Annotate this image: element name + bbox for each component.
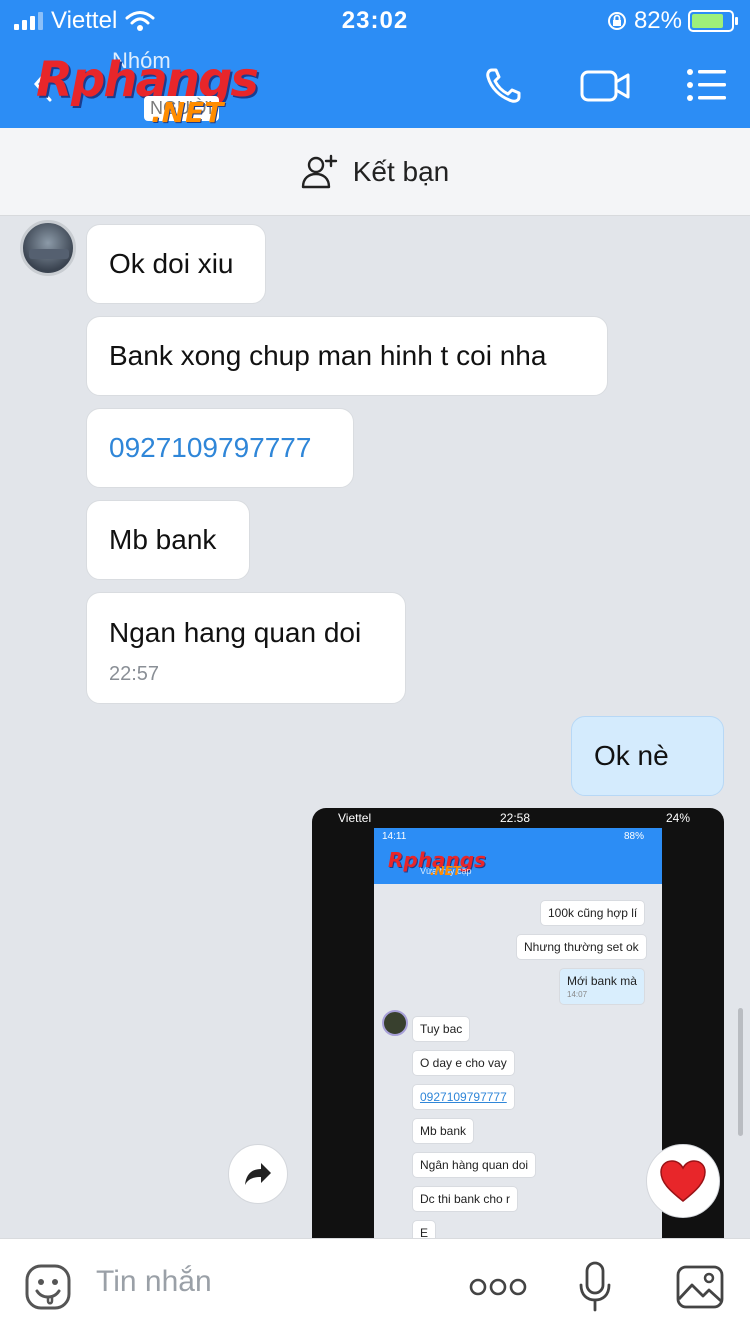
microphone-icon[interactable]	[578, 1261, 612, 1313]
add-friend-bar[interactable]: Kết bạn	[0, 128, 750, 216]
status-bar: Viettel 23:02 82%	[0, 0, 750, 40]
video-call-icon[interactable]	[578, 64, 634, 108]
gallery-image-icon[interactable]	[676, 1265, 724, 1309]
share-arrow-icon	[245, 1163, 271, 1185]
message-bubble[interactable]: Ok doi xiu	[86, 224, 266, 304]
forward-button[interactable]	[228, 1144, 288, 1204]
message-bubble[interactable]: Bank xong chup man hinh t coi nha	[86, 316, 608, 396]
orientation-lock-icon	[607, 12, 626, 30]
battery-icon	[688, 10, 738, 32]
chat-header: Viettel 23:02 82% Nhóm Rphangs NGƯỜI .NE…	[0, 0, 750, 129]
sender-avatar[interactable]	[20, 220, 76, 276]
more-options-icon[interactable]	[468, 1275, 528, 1299]
mini-my-message: Mới bank mà 14:07	[559, 968, 645, 1005]
phone-call-icon[interactable]	[482, 64, 530, 108]
mini-avatar	[382, 1010, 408, 1036]
message-bubble[interactable]: Ngan hang quan doi 22:57	[86, 592, 406, 704]
emoji-sticker-icon[interactable]	[24, 1263, 72, 1311]
add-friend-icon	[301, 154, 337, 188]
menu-list-icon[interactable]	[684, 64, 732, 108]
add-friend-label: Kết bạn	[352, 155, 450, 187]
heart-icon	[660, 1160, 706, 1202]
image-inner-screen: 14:11 88% Rphangs Vừa truy cập .NET 100k…	[374, 828, 662, 1238]
message-composer: Tin nhắn	[0, 1238, 750, 1334]
battery-percent: 82%	[633, 7, 682, 34]
scroll-indicator[interactable]	[738, 1008, 743, 1136]
message-input[interactable]: Tin nhắn	[96, 1265, 212, 1299]
react-heart-button[interactable]	[646, 1144, 720, 1218]
image-status-bar: Viettel 22:58 24%	[338, 811, 691, 825]
message-bubble[interactable]: Mb bank	[86, 500, 250, 580]
message-timestamp: 22:57	[109, 663, 160, 685]
nav-bar: Nhóm Rphangs NGƯỜI .NET	[0, 44, 750, 129]
my-message-bubble[interactable]: Ok nè	[571, 716, 724, 796]
watermark-logo: Rphangs NGƯỜI .NET	[36, 52, 259, 129]
message-bubble-phone-link[interactable]: 0927109797777	[86, 408, 354, 488]
